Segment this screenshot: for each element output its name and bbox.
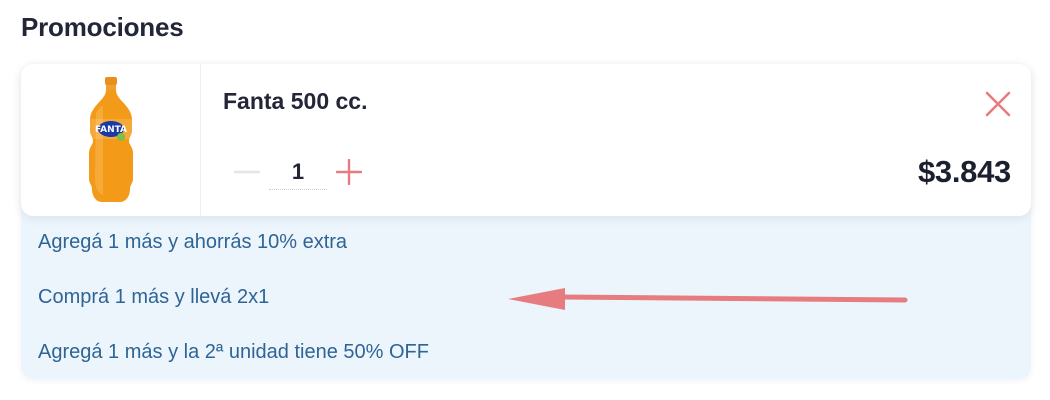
promotions-list: Agregá 1 más y ahorrás 10% extra Comprá … <box>38 226 429 391</box>
promo-option[interactable]: Agregá 1 más y la 2ª unidad tiene 50% OF… <box>38 336 429 391</box>
left-arrow-annotation <box>508 288 908 310</box>
close-icon <box>985 91 1011 117</box>
promo-option[interactable]: Agregá 1 más y ahorrás 10% extra <box>38 226 429 281</box>
minus-icon <box>234 170 260 174</box>
fanta-bottle-image: FANTA <box>88 77 133 202</box>
cart-item-card: FANTA Fanta 500 cc. 1 $3.843 <box>21 64 1031 216</box>
plus-icon <box>336 159 362 185</box>
decrease-quantity-button[interactable] <box>233 158 261 186</box>
promo-option[interactable]: Comprá 1 más y llevá 2x1 <box>38 281 429 336</box>
page: Promociones FANTA Fanta 500 cc. 1 $3.843… <box>0 0 1050 400</box>
promotions-panel: FANTA Fanta 500 cc. 1 $3.843 Agregá 1 má… <box>21 64 1031 379</box>
quantity-field[interactable]: 1 <box>269 155 327 190</box>
product-name: Fanta 500 cc. <box>223 88 368 114</box>
section-title: Promociones <box>21 12 184 42</box>
remove-item-button[interactable] <box>983 89 1013 119</box>
item-price: $3.843 <box>917 154 1011 189</box>
increase-quantity-button[interactable] <box>335 158 363 186</box>
quantity-stepper: 1 <box>233 154 363 190</box>
product-image: FANTA <box>21 64 201 216</box>
